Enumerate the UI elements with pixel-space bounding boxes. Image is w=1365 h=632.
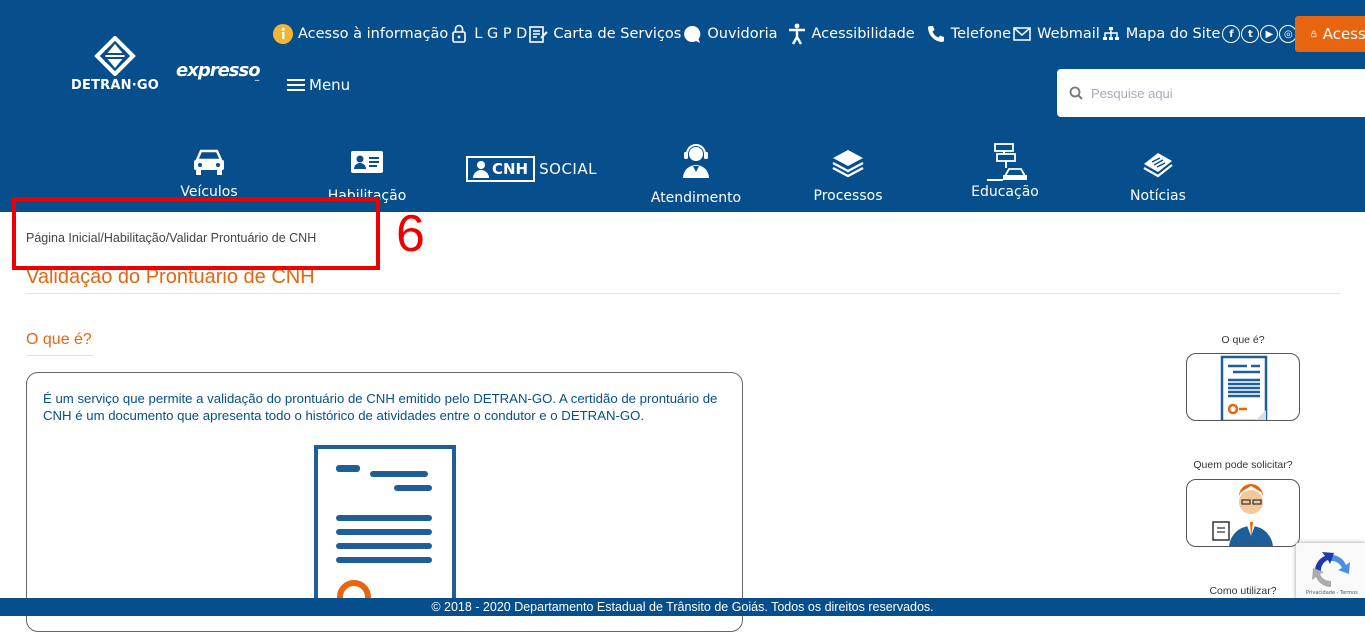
top-link-ouvidoria[interactable]: Ouvidoria — [681, 23, 778, 45]
menu-button[interactable]: Menu — [287, 76, 350, 94]
recaptcha-icon — [1312, 552, 1350, 588]
top-link-carta-servicos[interactable]: Carta de Serviços — [527, 23, 681, 45]
expresso-text: expresso — [176, 60, 261, 81]
top-link-label: Mapa do Site — [1125, 26, 1221, 42]
document-illustration — [314, 445, 456, 629]
top-link-acessibilidade[interactable]: Acessibilidade — [786, 23, 915, 45]
nav-item-educacao[interactable]: Educação — [964, 142, 1046, 200]
top-link-acesso-informacao[interactable]: Acesso à informação — [272, 23, 448, 45]
sidebar-item-label: Quem pode solicitar? — [1193, 459, 1293, 471]
layers-icon — [832, 150, 864, 178]
top-link-label: Ouvidoria — [707, 26, 778, 42]
cnh-social-logo: CNH — [466, 156, 536, 182]
site-header: DETRAN·GO expresso — Menu Acesso à infor… — [0, 0, 1365, 212]
person-icon — [473, 161, 489, 178]
acesso-label: Acesso — [1322, 25, 1365, 43]
annotation-highlight-box — [12, 197, 380, 270]
search-input[interactable] — [1091, 85, 1351, 101]
acesso-button[interactable]: Acesso — [1295, 16, 1365, 52]
twitter-icon[interactable]: t — [1241, 25, 1260, 43]
top-link-label: Webmail — [1037, 26, 1100, 42]
social-links: f t ▶ ◎ — [1222, 25, 1298, 43]
search-icon[interactable] — [1069, 86, 1083, 100]
attendant-icon — [683, 144, 709, 178]
recaptcha-badge[interactable]: Privacidade - Termos — [1296, 543, 1365, 600]
top-link-label: Carta de Serviços — [553, 26, 682, 42]
chat-bubble-icon — [681, 23, 703, 45]
mail-icon — [1011, 23, 1033, 45]
detran-logo-icon — [94, 36, 136, 76]
nav-label: Notícias — [1130, 188, 1186, 204]
top-link-label: L G P D — [474, 26, 528, 42]
lock-icon — [1311, 30, 1317, 38]
footer: © 2018 - 2020 Departamento Estadual de T… — [0, 598, 1365, 616]
newspaper-icon — [1143, 153, 1173, 178]
document-edit-icon — [527, 23, 549, 45]
social-label: SOCIAL — [539, 160, 597, 178]
accessibility-icon — [786, 23, 808, 45]
sidebar-item-o-que-e[interactable] — [1186, 353, 1300, 421]
youtube-icon[interactable]: ▶ — [1260, 25, 1279, 43]
logo-text: DETRAN·GO — [71, 78, 159, 93]
facebook-icon[interactable]: f — [1222, 25, 1241, 43]
cnh-label: CNH — [492, 160, 529, 178]
menu-label: Menu — [309, 76, 351, 94]
nav-item-noticias[interactable]: Notícias — [1124, 150, 1192, 204]
section-heading: O que é? — [26, 331, 94, 356]
sitemap-icon — [1100, 23, 1122, 45]
id-card-icon — [351, 151, 383, 173]
nav-label: Educação — [971, 184, 1039, 200]
search-box — [1057, 69, 1365, 117]
top-link-lgpd[interactable]: L G P D — [448, 23, 527, 45]
nav-item-cnh-social[interactable]: CNH SOCIAL — [466, 156, 597, 182]
lock-icon — [448, 23, 470, 45]
annotation-number: 6 — [396, 205, 425, 263]
description-text: É um serviço que permite a validação do … — [43, 391, 718, 423]
nav-item-habilitacao[interactable]: Habilitação — [324, 150, 410, 204]
recaptcha-links[interactable]: Privacidade - Termos — [1306, 590, 1358, 596]
title-divider — [26, 293, 1340, 294]
nav-label: Processos — [813, 188, 883, 204]
top-link-webmail[interactable]: Webmail — [1011, 23, 1100, 45]
top-link-label: Acesso à informação — [298, 26, 449, 42]
sidebar-item-quem-pode-solicitar[interactable] — [1186, 479, 1300, 547]
top-link-telefone[interactable]: Telefone — [925, 23, 1011, 45]
nav-label: Atendimento — [650, 190, 742, 206]
top-link-mapa-site[interactable]: Mapa do Site — [1100, 23, 1221, 45]
phone-icon — [925, 23, 947, 45]
traffic-sign-icon — [987, 143, 1027, 181]
hamburger-icon — [287, 79, 305, 91]
nav-item-processos[interactable]: Processos — [810, 148, 886, 204]
description-card: É um serviço que permite a validação do … — [26, 372, 743, 632]
top-link-label: Acessibilidade — [811, 26, 915, 42]
person-icon — [1212, 484, 1273, 546]
document-icon — [314, 445, 456, 629]
top-link-label: Telefone — [950, 26, 1012, 42]
top-links-bar: Acesso à informação L G P D Carta de Ser… — [272, 20, 1298, 48]
document-icon — [1220, 355, 1268, 420]
detran-logo[interactable]: DETRAN·GO — [70, 36, 160, 100]
nav-item-atendimento[interactable]: Atendimento — [648, 144, 744, 206]
sidebar-item-label: O que é? — [1221, 334, 1265, 346]
expresso-logo[interactable]: expresso — — [176, 60, 261, 84]
nav-item-veiculos[interactable]: Veículos — [178, 148, 240, 200]
car-icon — [194, 149, 224, 175]
info-icon — [272, 23, 294, 45]
